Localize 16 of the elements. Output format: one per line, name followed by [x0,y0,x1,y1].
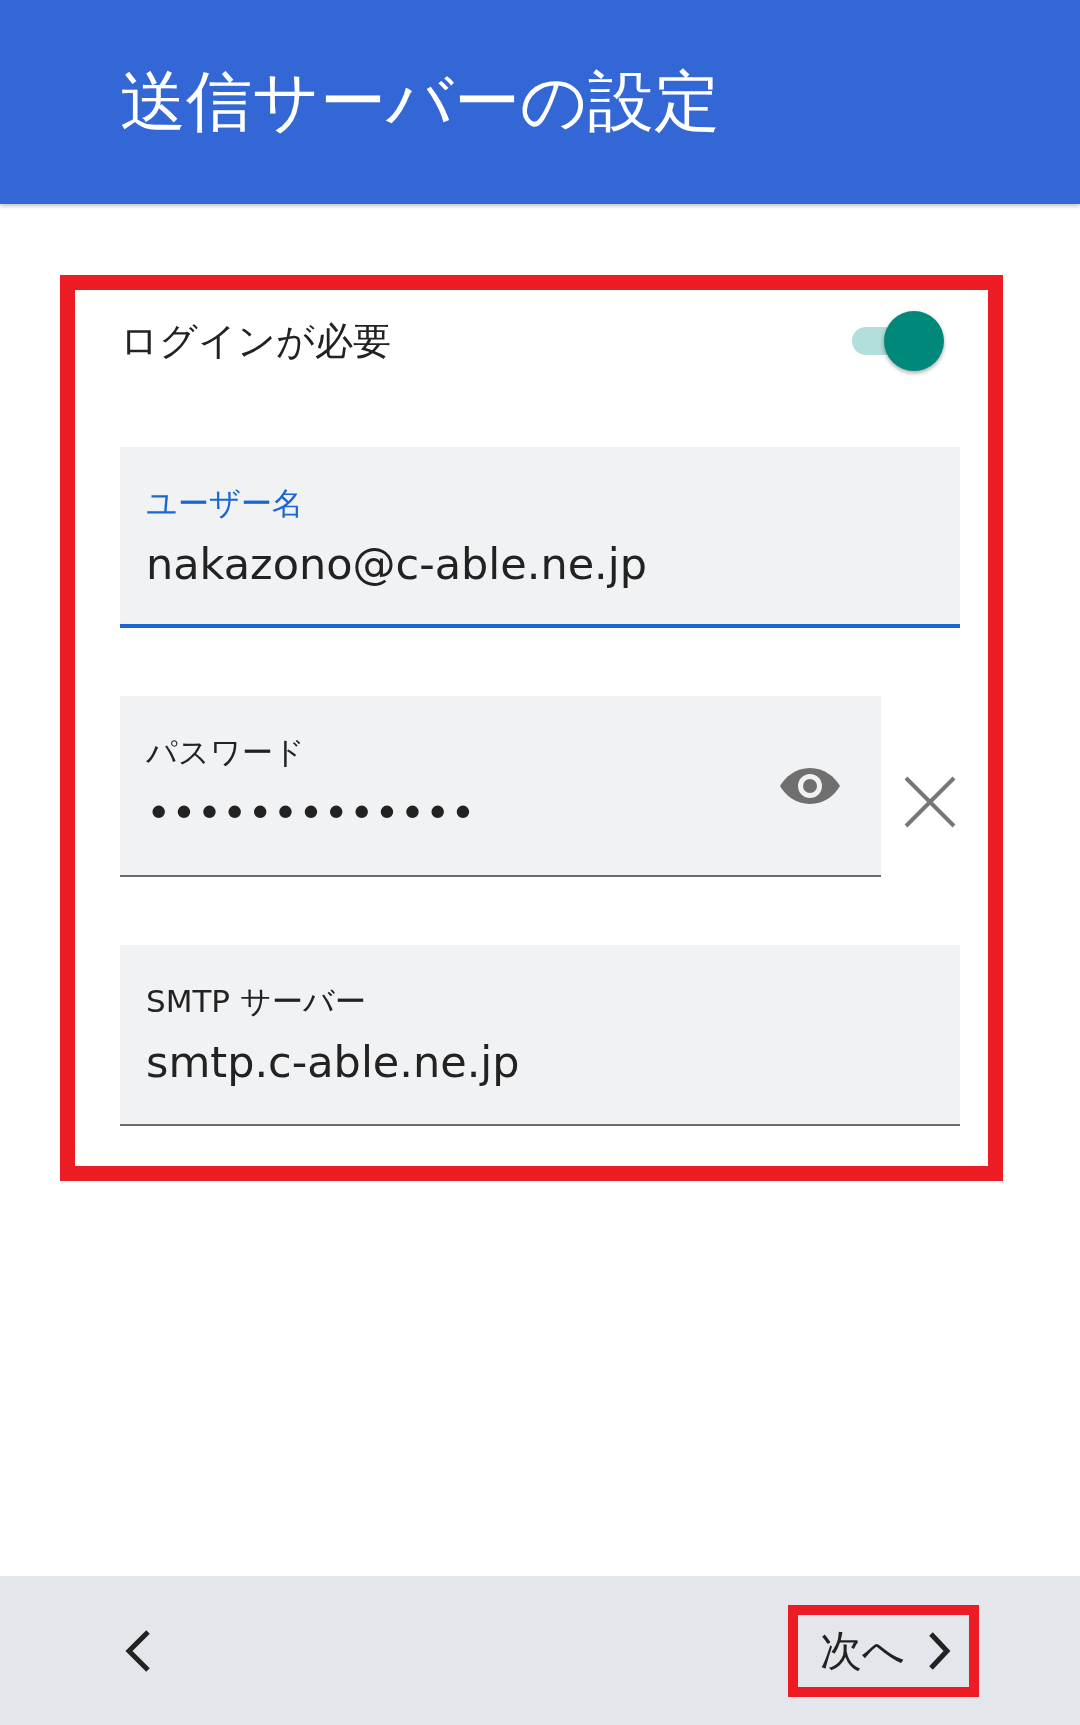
eye-icon[interactable] [779,765,841,806]
input-field[interactable]: SMTP サーバー smtp.c-able.ne.jp [120,945,960,1126]
next-button[interactable]: 次へ [788,1604,979,1697]
field-value: nakazono@c-able.ne.jp [146,539,649,589]
input-field[interactable]: ユーザー名 nakazono@c-able.ne.jp [120,447,960,628]
field-label: SMTP サーバー [146,982,367,1021]
field-value: ••••••••••••• [146,788,477,838]
password-field[interactable]: パスワード ••••••••••••• [120,696,881,877]
field-label: ユーザー名 [146,484,304,523]
back-icon[interactable] [124,1628,152,1673]
field-label: パスワード [146,733,306,772]
toggle-label: ログインが必要 [120,317,391,365]
field-value: smtp.c-able.ne.jp [146,1037,521,1087]
chevron-right-icon [927,1630,951,1671]
close-icon[interactable] [903,774,957,829]
screen-title: 送信サーバーの設定 [120,62,720,142]
